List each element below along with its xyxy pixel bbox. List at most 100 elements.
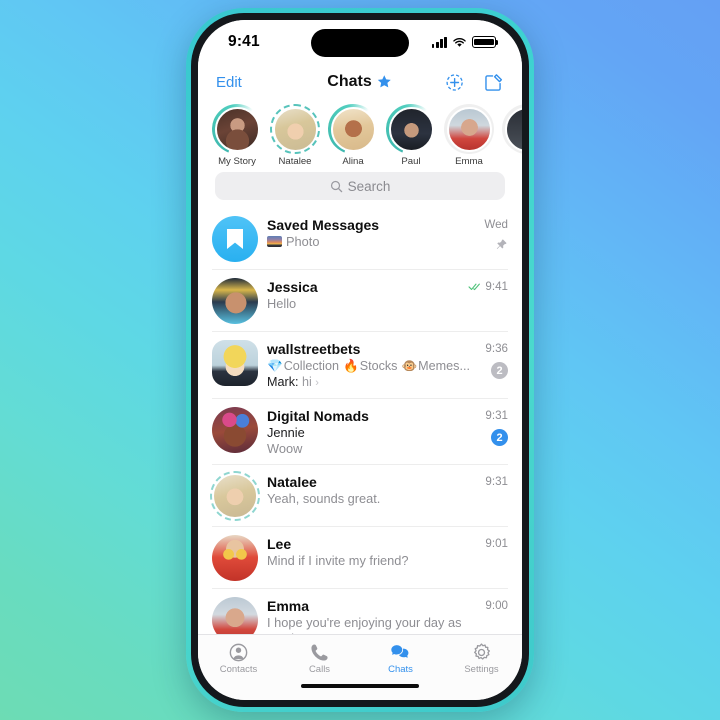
chat-list-item-jessica[interactable]: Jessica Hello 9:41	[198, 270, 522, 332]
topic-chip[interactable]: 💎Collection	[267, 358, 339, 374]
chat-avatar	[212, 597, 258, 634]
chat-preview-text: Photo	[286, 234, 320, 249]
compose-icon[interactable]	[483, 72, 504, 93]
chat-preview-sender: Mark:	[267, 375, 299, 389]
chat-content: Saved Messages Photo	[267, 216, 478, 262]
story-item[interactable]	[498, 104, 522, 156]
tab-settings[interactable]: Settings	[441, 642, 522, 675]
tab-contacts[interactable]: Contacts	[198, 642, 279, 675]
topic-chip[interactable]: 🔥Stocks	[343, 358, 397, 374]
chat-meta: 9:31	[485, 473, 508, 519]
chat-time: Wed	[484, 218, 508, 231]
chat-meta: 9:36 2	[485, 340, 508, 391]
dynamic-island	[311, 29, 409, 57]
chat-content: Lee Mind if I invite my friend?	[267, 535, 479, 581]
unread-badge: 2	[491, 429, 508, 446]
chevron-right-icon: ›	[315, 377, 319, 389]
story-avatar	[504, 106, 522, 152]
chat-content: wallstreetbets 💎Collection 🔥Stocks 🐵Meme…	[267, 340, 479, 391]
chat-meta: 9:41	[468, 278, 508, 324]
chat-avatar	[212, 340, 258, 386]
chat-list-item-wallstreetbets[interactable]: wallstreetbets 💎Collection 🔥Stocks 🐵Meme…	[198, 332, 522, 399]
phone-icon	[311, 644, 328, 661]
chat-preview-sender: Jennie	[267, 425, 305, 440]
chat-meta: 9:00	[485, 597, 508, 634]
chat-preview: Photo	[267, 234, 478, 250]
story-item[interactable]: Natalee	[266, 104, 324, 167]
search-input[interactable]: Search	[215, 172, 505, 200]
topic-chip[interactable]: 🐵Memes...	[401, 358, 469, 374]
story-item[interactable]: My Story	[208, 104, 266, 167]
topic-label: Stocks	[359, 359, 398, 373]
chat-title: Natalee	[267, 474, 317, 490]
chat-time: 9:36	[485, 342, 508, 355]
story-avatar	[388, 106, 434, 152]
battery-full-icon	[472, 36, 499, 48]
chat-avatar	[210, 471, 260, 521]
edit-button[interactable]: Edit	[216, 74, 242, 91]
chat-time: 9:01	[485, 537, 508, 550]
chat-avatar	[212, 407, 258, 453]
unread-badge: 2	[491, 362, 508, 379]
phone-frame: 9:41 Edit Chats My Story Natalee Alina P…	[191, 13, 529, 707]
chat-preview: Yeah, sounds great.	[267, 491, 381, 506]
story-item[interactable]: Alina	[324, 104, 382, 167]
status-indicators	[431, 36, 499, 48]
chat-meta: Wed	[484, 216, 508, 262]
chat-topics: 💎Collection 🔥Stocks 🐵Memes...	[267, 358, 479, 374]
chat-list[interactable]: Saved Messages Photo Wed Jessica Hello 9…	[198, 208, 522, 634]
pin-icon	[496, 239, 507, 249]
story-ring	[328, 104, 378, 154]
add-story-icon[interactable]	[445, 72, 466, 93]
saved-messages-avatar	[212, 216, 258, 262]
tab-label: Calls	[308, 664, 331, 675]
tab-bar: Contacts Calls Chats Settings	[198, 634, 522, 682]
search-icon	[330, 180, 342, 192]
story-item[interactable]: Emma	[440, 104, 498, 167]
chat-list-item-natalee[interactable]: Natalee Yeah, sounds great. 9:31	[198, 465, 522, 527]
chat-list-item-emma[interactable]: Emma I hope you're enjoying your day as …	[198, 589, 522, 634]
tab-chats[interactable]: Chats	[360, 642, 441, 675]
chat-list-item-digital-nomads[interactable]: Digital Nomads Jennie Woow 9:31 2	[198, 399, 522, 465]
chat-time: 9:00	[485, 599, 508, 612]
story-item[interactable]: Paul	[382, 104, 440, 167]
topic-label: Memes...	[418, 359, 470, 373]
chat-time: 9:31	[485, 475, 508, 488]
gear-icon	[474, 643, 490, 660]
chat-title: Digital Nomads	[267, 408, 369, 424]
chat-preview: Mark: hi ›	[267, 374, 479, 391]
cellular-bars-icon	[431, 36, 447, 48]
chat-meta: 9:31 2	[485, 407, 508, 457]
chat-title: Emma	[267, 598, 310, 614]
status-time: 9:41	[228, 33, 260, 50]
story-name: Natalee	[278, 156, 312, 167]
chats-bubbles-icon	[390, 644, 409, 658]
story-ring	[212, 104, 262, 154]
tab-calls[interactable]: Calls	[279, 642, 360, 675]
story-avatar	[330, 106, 376, 152]
story-avatar	[214, 106, 260, 152]
chat-avatar	[212, 535, 258, 581]
search-placeholder: Search	[347, 178, 391, 194]
chat-list-item-lee[interactable]: Lee Mind if I invite my friend? 9:01	[198, 527, 522, 589]
chat-title: Saved Messages	[267, 217, 380, 233]
contacts-icon	[229, 643, 248, 662]
topic-label: Collection	[283, 359, 339, 373]
chat-preview-text: hi	[301, 375, 312, 389]
home-indicator[interactable]	[301, 684, 419, 689]
page-title: Chats	[327, 73, 392, 91]
tab-label: Settings	[464, 664, 499, 675]
nav-actions	[445, 72, 504, 93]
chat-content: Digital Nomads Jennie Woow	[267, 407, 479, 457]
chat-list-item-saved-messages[interactable]: Saved Messages Photo Wed	[198, 208, 522, 270]
photo-thumbnail-icon	[267, 236, 282, 247]
phone-mockup: 9:41 Edit Chats My Story Natalee Alina P…	[186, 8, 534, 712]
page-title-text: Chats	[327, 73, 372, 90]
chat-preview: Mind if I invite my friend?	[267, 553, 409, 568]
chat-content: Jessica Hello	[267, 278, 462, 324]
story-ring	[502, 104, 522, 154]
search-container: Search	[198, 172, 522, 208]
story-ring	[444, 104, 494, 154]
double-check-icon	[468, 283, 481, 291]
stories-strip[interactable]: My Story Natalee Alina Paul Emma	[198, 100, 522, 172]
